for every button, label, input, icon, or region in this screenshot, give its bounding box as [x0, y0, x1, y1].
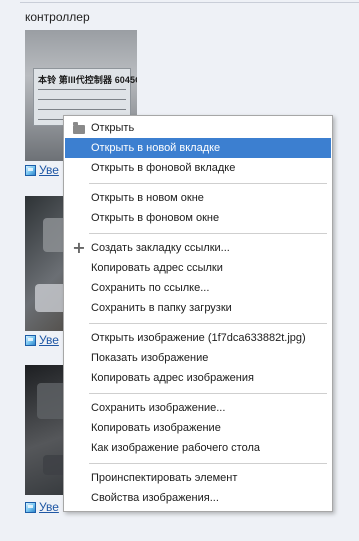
- menu-item-open-image[interactable]: Открыть изображение (1f7dca633882t.jpg): [65, 328, 331, 348]
- menu-separator: [65, 388, 331, 398]
- view-image-link[interactable]: Уве: [25, 163, 59, 177]
- context-menu: Открыть Открыть в новой вкладке Открыть …: [63, 115, 333, 512]
- menu-item-open-new-window[interactable]: Открыть в новом окне: [65, 188, 331, 208]
- menu-separator: [65, 178, 331, 188]
- menu-item-label: Как изображение рабочего стола: [91, 442, 261, 454]
- menu-item-label: Копировать изображение: [91, 422, 221, 434]
- menu-item-save-image[interactable]: Сохранить изображение...: [65, 398, 331, 418]
- menu-item-save-to-downloads[interactable]: Сохранить в папку загрузки: [65, 298, 331, 318]
- menu-item-bookmark-link[interactable]: + Создать закладку ссылки...: [65, 238, 331, 258]
- menu-item-label: Открыть в новом окне: [91, 192, 204, 204]
- menu-item-open-background-window[interactable]: Открыть в фоновом окне: [65, 208, 331, 228]
- menu-item-save-link[interactable]: Сохранить по ссылке...: [65, 278, 331, 298]
- plus-icon: +: [72, 237, 86, 257]
- menu-item-copy-link-address[interactable]: Копировать адрес ссылки: [65, 258, 331, 278]
- menu-item-copy-image[interactable]: Копировать изображение: [65, 418, 331, 438]
- view-image-icon: [25, 164, 36, 176]
- menu-item-label: Открыть: [91, 122, 135, 134]
- menu-item-label: Свойства изображения...: [91, 492, 219, 504]
- view-image-link-text: Уве: [39, 500, 59, 514]
- device-label-text: 本铃 第III代控制器 6045G: [38, 75, 137, 85]
- view-image-icon: [25, 334, 36, 346]
- menu-item-inspect-element[interactable]: Проинспектировать элемент: [65, 468, 331, 488]
- menu-item-label: Копировать адрес изображения: [91, 372, 254, 384]
- view-image-link-text: Уве: [39, 333, 59, 347]
- menu-item-image-properties[interactable]: Свойства изображения...: [65, 488, 331, 508]
- menu-item-label: Показать изображение: [91, 352, 209, 364]
- view-image-icon: [25, 501, 36, 513]
- label-line: [38, 99, 126, 100]
- view-image-link[interactable]: Уве: [25, 333, 59, 347]
- label-line: [38, 89, 126, 90]
- menu-item-show-image[interactable]: Показать изображение: [65, 348, 331, 368]
- menu-item-label: Открыть в фоновой вкладке: [91, 162, 236, 174]
- top-divider: [20, 2, 359, 3]
- menu-item-open-background-tab[interactable]: Открыть в фоновой вкладке: [65, 158, 331, 178]
- menu-item-copy-image-address[interactable]: Копировать адрес изображения: [65, 368, 331, 388]
- menu-item-label: Сохранить изображение...: [91, 402, 226, 414]
- menu-item-label: Создать закладку ссылки...: [91, 242, 230, 254]
- menu-separator: [65, 318, 331, 328]
- menu-item-label: Сохранить в папку загрузки: [91, 302, 232, 314]
- menu-item-label: Проинспектировать элемент: [91, 472, 238, 484]
- menu-item-label: Открыть изображение (1f7dca633882t.jpg): [91, 332, 306, 344]
- folder-icon: [73, 121, 85, 134]
- menu-item-open[interactable]: Открыть: [65, 118, 331, 138]
- label-line: [38, 109, 126, 110]
- menu-separator: [65, 458, 331, 468]
- view-image-link[interactable]: Уве: [25, 500, 59, 514]
- menu-item-open-new-tab[interactable]: Открыть в новой вкладке: [65, 138, 331, 158]
- view-image-link-text: Уве: [39, 163, 59, 177]
- menu-item-label: Открыть в фоновом окне: [91, 212, 220, 224]
- menu-separator: [65, 228, 331, 238]
- menu-item-label: Открыть в новой вкладке: [91, 142, 221, 154]
- page-title: контроллер: [25, 10, 90, 24]
- menu-item-label: Сохранить по ссылке...: [91, 282, 210, 294]
- menu-item-set-as-desktop-background[interactable]: Как изображение рабочего стола: [65, 438, 331, 458]
- menu-item-label: Копировать адрес ссылки: [91, 262, 223, 274]
